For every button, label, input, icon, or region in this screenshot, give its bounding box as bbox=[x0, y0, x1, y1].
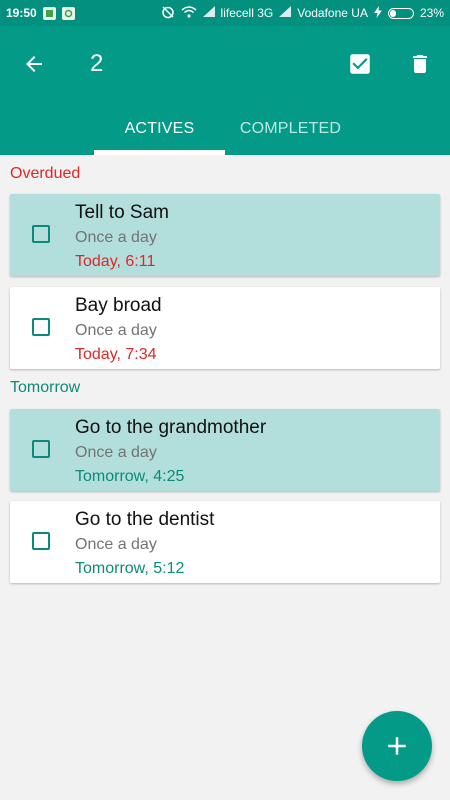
item-repeat: Once a day bbox=[75, 536, 157, 553]
list-item[interactable]: Go to the grandmother Once a day Tomorro… bbox=[10, 409, 440, 491]
carrier2-label: Vodafone UA bbox=[297, 6, 368, 20]
list-item[interactable]: Bay broad Once a day Today, 7:34 bbox=[10, 287, 440, 369]
plus-icon bbox=[388, 737, 406, 755]
status-bar: 19:50 lifecell 3G Vodafone UA 23% bbox=[0, 0, 450, 26]
battery-icon bbox=[387, 7, 414, 19]
item-repeat: Once a day bbox=[75, 322, 157, 339]
status-time: 19:50 bbox=[6, 6, 37, 20]
charging-icon bbox=[373, 5, 382, 21]
wifi-icon bbox=[181, 5, 197, 21]
alarm-notification-icon bbox=[61, 6, 75, 20]
carrier1-label: lifecell 3G bbox=[220, 6, 274, 20]
delete-button[interactable] bbox=[402, 46, 438, 82]
back-button[interactable] bbox=[16, 46, 52, 82]
list-item[interactable]: Go to the dentist Once a day Tomorrow, 5… bbox=[10, 501, 440, 583]
tab-actives[interactable]: ACTIVES bbox=[94, 102, 225, 155]
item-due-time: Today, 6:11 bbox=[75, 253, 156, 270]
arrow-left-icon bbox=[26, 56, 42, 72]
item-due-time: Tomorrow, 4:25 bbox=[75, 468, 185, 485]
tab-completed[interactable]: COMPLETED bbox=[225, 102, 356, 155]
item-repeat: Once a day bbox=[75, 444, 157, 461]
checkbox[interactable] bbox=[32, 532, 50, 550]
item-due-time: Today, 7:34 bbox=[75, 346, 157, 363]
checkbox[interactable] bbox=[32, 440, 50, 458]
check-box-icon bbox=[350, 54, 370, 74]
signal-icon bbox=[279, 6, 292, 20]
signal-icon bbox=[202, 6, 215, 20]
app-bar: 2 ACTIVES COMPLETED bbox=[0, 26, 450, 155]
battery-level: 23% bbox=[419, 6, 444, 20]
alarm-icon bbox=[161, 5, 175, 22]
list-item[interactable]: Tell to Sam Once a day Today, 6:11 bbox=[10, 194, 440, 276]
item-title: Tell to Sam bbox=[75, 202, 169, 223]
item-title: Bay broad bbox=[75, 295, 162, 316]
item-repeat: Once a day bbox=[75, 229, 157, 246]
add-reminder-button[interactable] bbox=[362, 711, 432, 781]
item-title: Go to the dentist bbox=[75, 509, 215, 530]
item-due-time: Tomorrow, 5:12 bbox=[75, 560, 185, 577]
notification-icon bbox=[42, 6, 56, 20]
trash-icon bbox=[413, 55, 427, 73]
mark-complete-button[interactable] bbox=[342, 46, 378, 82]
checkbox[interactable] bbox=[32, 225, 50, 243]
checkbox[interactable] bbox=[32, 318, 50, 336]
section-label-tomorrow: Tomorrow bbox=[10, 379, 81, 396]
selected-count: 2 bbox=[90, 50, 104, 77]
section-label-overdued: Overdued bbox=[10, 165, 81, 182]
item-title: Go to the grandmother bbox=[75, 417, 267, 438]
tab-indicator bbox=[94, 150, 225, 155]
